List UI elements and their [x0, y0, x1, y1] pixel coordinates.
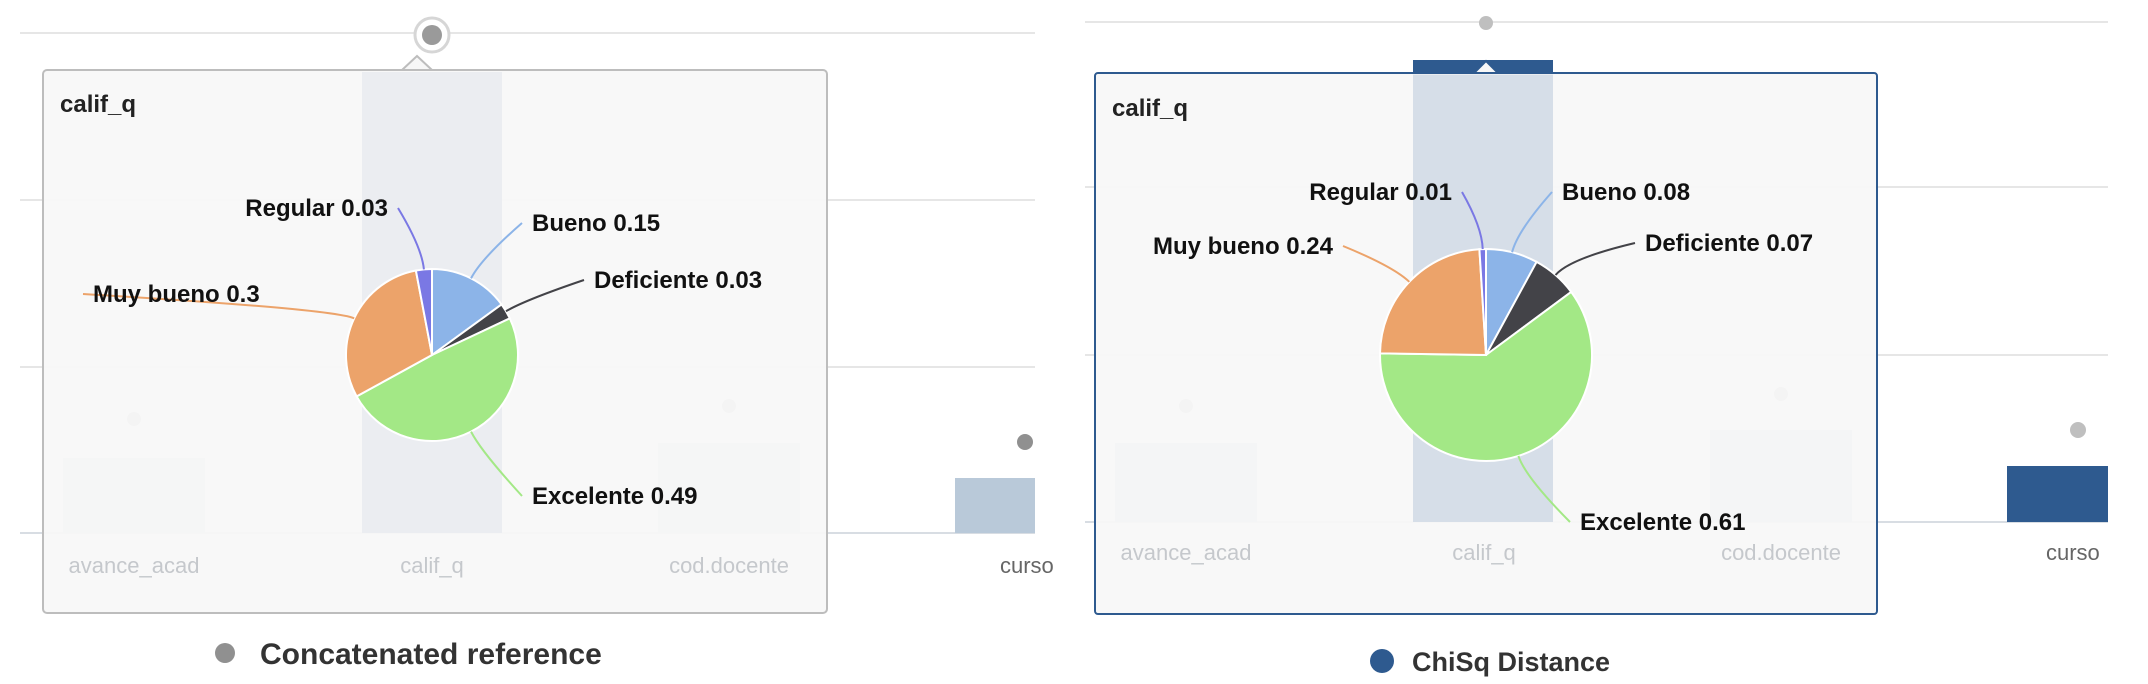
chart-scene: curso avance_acad calif_q cod.docente ca… [20, 16, 2108, 677]
tooltip-title: calif_q [60, 91, 136, 118]
data-label-deficiente: Deficiente 0.03 [594, 267, 762, 294]
x-tick-calif-q: calif_q [400, 553, 464, 578]
bar-curso[interactable] [955, 478, 1035, 533]
data-label-regular: Regular 0.03 [245, 195, 388, 222]
tooltip-title: calif_q [1112, 95, 1188, 122]
data-label-deficiente: Deficiente 0.07 [1645, 230, 1813, 257]
right-chart-panel: curso avance_acad calif_q cod.docente ca… [1085, 16, 2108, 677]
left-chart-panel: curso avance_acad calif_q cod.docente ca… [20, 16, 1054, 671]
marker-curso[interactable] [1017, 434, 1033, 450]
data-label-bueno: Bueno 0.08 [1562, 179, 1690, 206]
hover-marker-calif-q-dot [422, 25, 442, 45]
marker-calif-q[interactable] [1479, 16, 1493, 30]
x-tick-calif-q: calif_q [1452, 540, 1516, 565]
legend-label[interactable]: ChiSq Distance [1412, 647, 1610, 677]
data-label-excelente: Excelente 0.61 [1580, 509, 1745, 536]
x-tick-cod-docente: cod.docente [1721, 540, 1841, 565]
data-label-muy-bueno: Muy bueno 0.3 [93, 281, 260, 308]
data-label-excelente: Excelente 0.49 [532, 483, 697, 510]
x-tick-curso: curso [1000, 553, 1054, 578]
data-label-regular: Regular 0.01 [1309, 179, 1452, 206]
legend-label[interactable]: Concatenated reference [260, 638, 602, 671]
marker-curso[interactable] [2070, 422, 2086, 438]
bar-curso[interactable] [2007, 466, 2108, 522]
legend-marker[interactable] [1370, 649, 1394, 673]
data-label-muy-bueno: Muy bueno 0.24 [1153, 233, 1334, 260]
tooltip-pointer [399, 54, 435, 71]
x-tick-avance-acad: avance_acad [69, 553, 200, 578]
x-tick-cod-docente: cod.docente [669, 553, 789, 578]
legend-marker[interactable] [215, 643, 235, 663]
x-tick-curso: curso [2046, 540, 2100, 565]
x-tick-avance-acad: avance_acad [1121, 540, 1252, 565]
data-label-bueno: Bueno 0.15 [532, 210, 660, 237]
